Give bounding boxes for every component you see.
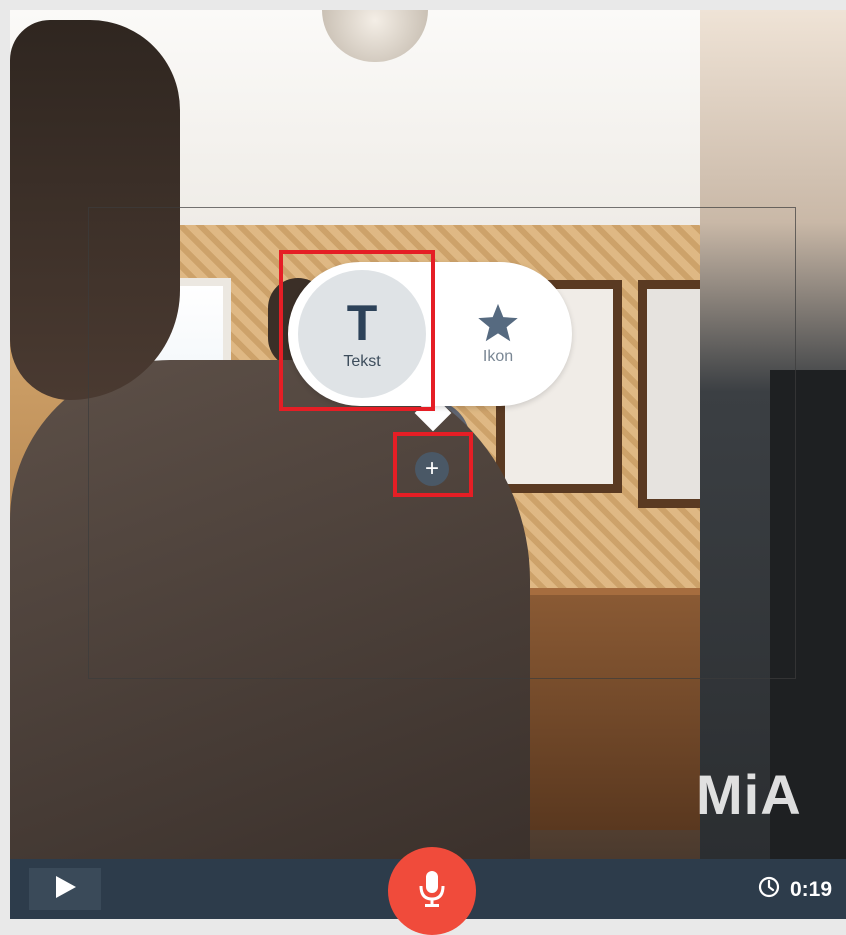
add-icon-option[interactable]: Ikon <box>434 270 562 398</box>
recording-timer: 0:19 <box>758 876 832 904</box>
timer-value: 0:19 <box>789 878 832 901</box>
highlight-text-option <box>279 250 435 411</box>
clock-icon <box>758 876 780 904</box>
record-button[interactable] <box>388 847 476 935</box>
player-control-bar: 0:19 <box>10 847 846 935</box>
play-icon <box>52 874 78 905</box>
brand-watermark: MiA <box>696 763 802 826</box>
microphone-icon <box>417 869 447 914</box>
add-icon-label: Ikon <box>482 348 514 365</box>
star-icon <box>476 302 520 344</box>
highlight-add-button <box>393 432 473 497</box>
play-button[interactable] <box>29 868 101 910</box>
